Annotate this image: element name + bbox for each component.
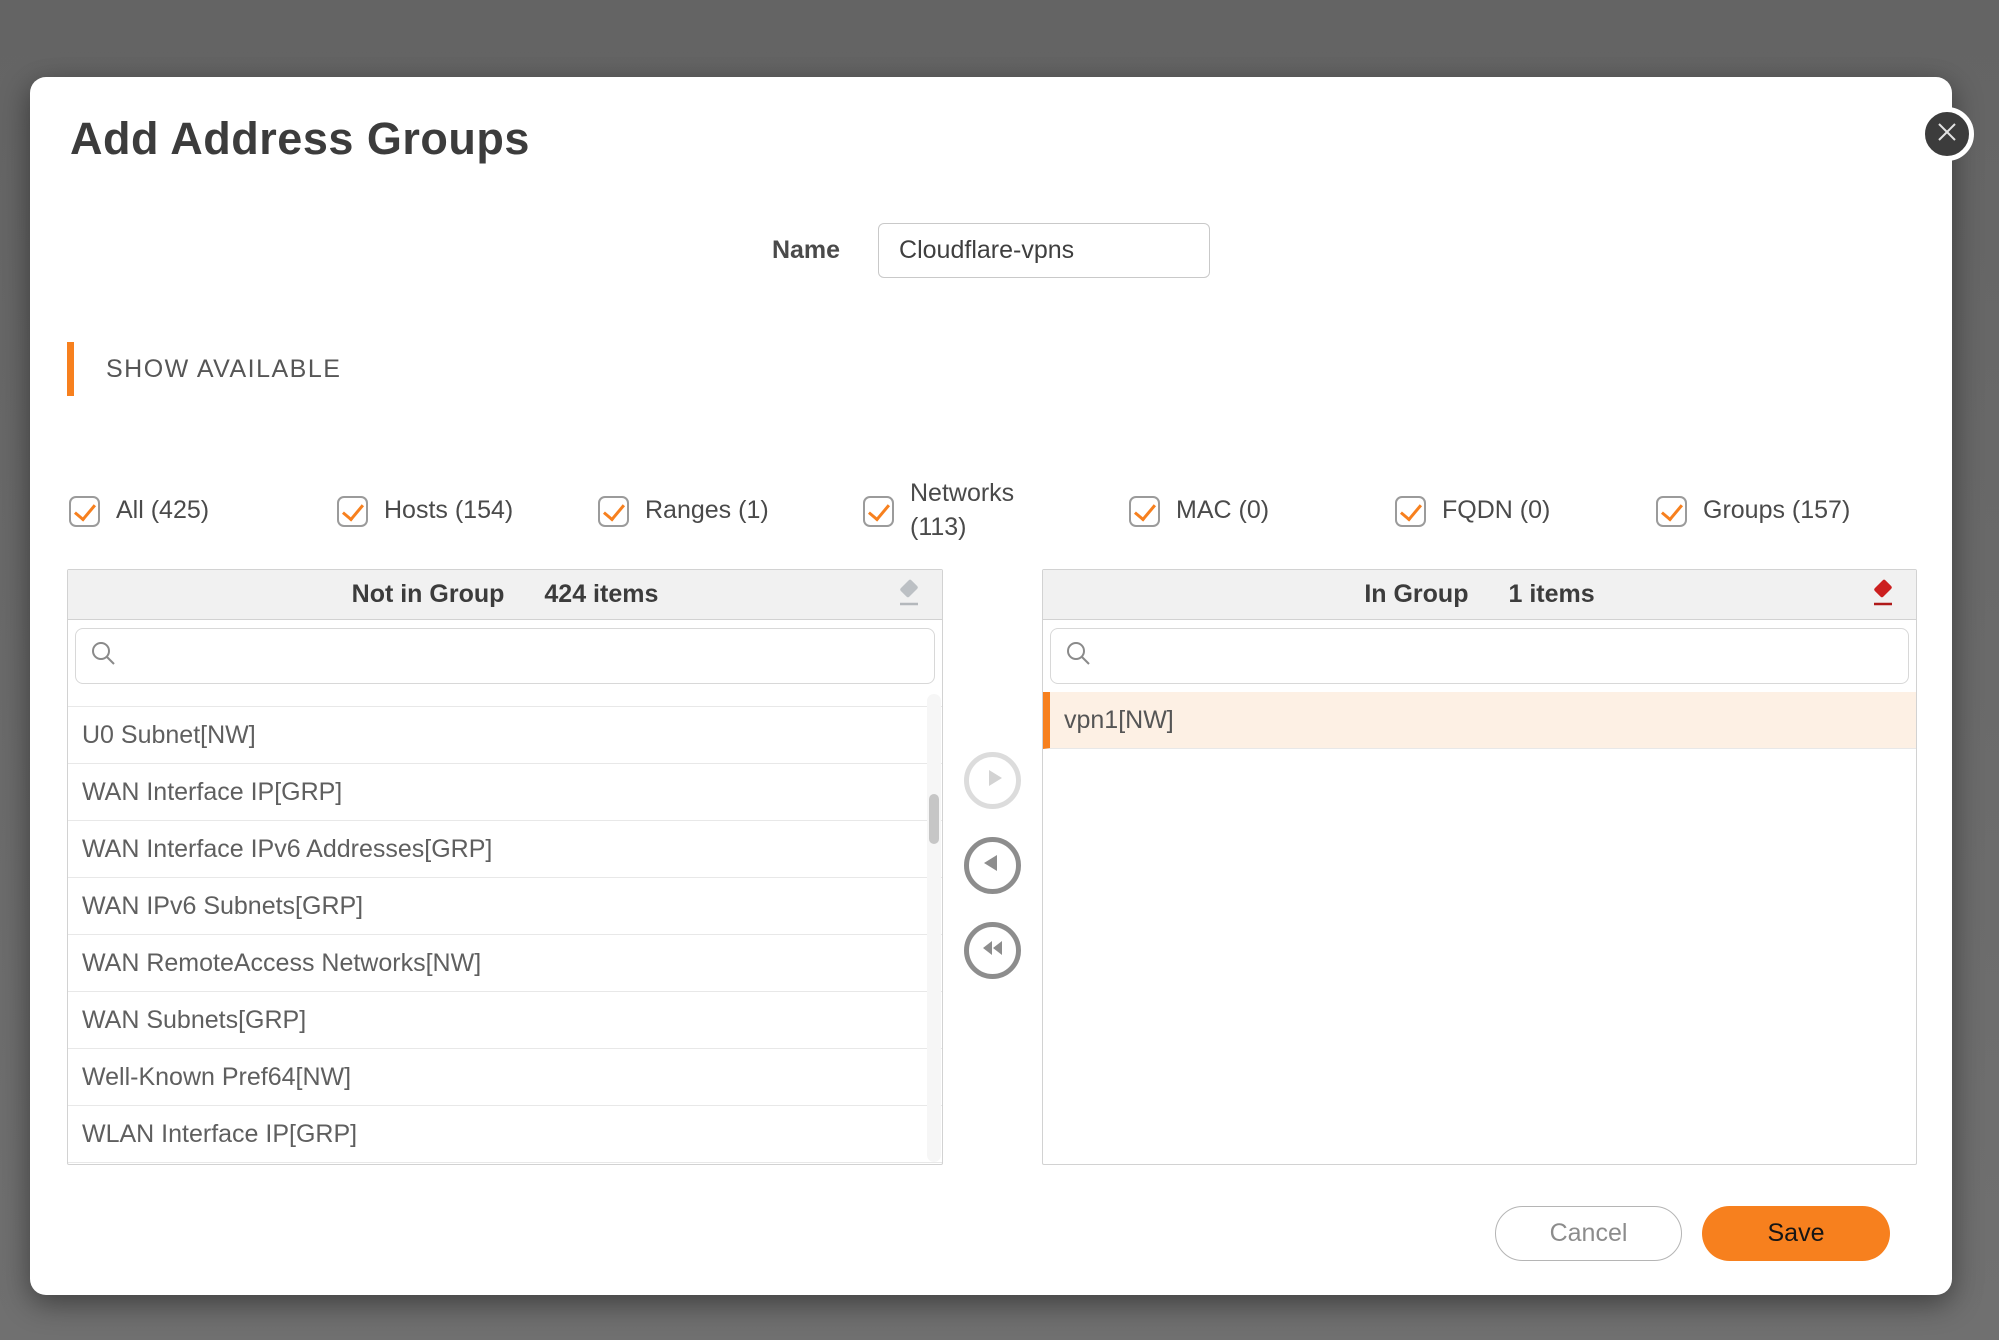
show-available-section: SHOW AVAILABLE	[67, 340, 341, 398]
in-group-header: In Group 1 items	[1043, 570, 1916, 620]
arrow-left-icon	[979, 849, 1007, 882]
scrollbar-thumb[interactable]	[929, 794, 939, 844]
panel-count: 424 items	[544, 580, 659, 608]
double-arrow-left-icon	[978, 934, 1008, 967]
checkbox-checked-icon[interactable]	[598, 495, 629, 527]
section-title: SHOW AVAILABLE	[106, 354, 342, 383]
panel-title: Not in Group	[351, 580, 505, 608]
checkbox-checked-icon[interactable]	[69, 495, 100, 527]
list-item-selected[interactable]: vpn1[NW]	[1043, 692, 1916, 749]
list-item[interactable]: WAN Interface IP[GRP]	[68, 764, 942, 821]
list-item[interactable]: WAN Subnets[GRP]	[68, 992, 942, 1049]
search-input[interactable]	[128, 629, 920, 683]
list-item[interactable]: WAN IPv6 Subnets[GRP]	[68, 878, 942, 935]
list-item[interactable]: WAN RemoteAccess Networks[NW]	[68, 935, 942, 992]
name-input[interactable]	[878, 223, 1211, 278]
eraser-icon	[1869, 578, 1897, 613]
panel-count: 1 items	[1508, 580, 1595, 608]
clear-list-button[interactable]	[1868, 578, 1898, 613]
filter-label: MAC (0)	[1176, 496, 1270, 525]
not-in-group-list: U0 Subnet[NW] WAN Interface IP[GRP] WAN …	[68, 692, 942, 1164]
clear-list-button[interactable]	[894, 578, 924, 613]
arrow-right-icon	[979, 764, 1007, 797]
filter-hosts[interactable]: Hosts (154)	[337, 473, 513, 549]
save-button[interactable]: Save	[1702, 1206, 1890, 1261]
add-address-groups-dialog: Add Address Groups Name SHOW AVAILABLE A…	[30, 77, 1974, 1295]
filter-fqdn[interactable]: FQDN (0)	[1395, 473, 1550, 549]
name-label: Name	[771, 236, 841, 264]
checkbox-checked-icon[interactable]	[337, 495, 368, 527]
not-in-group-search	[75, 628, 935, 684]
filter-groups[interactable]: Groups (157)	[1656, 473, 1850, 549]
filter-label: All (425)	[116, 496, 210, 525]
checkbox-checked-icon[interactable]	[1395, 495, 1426, 527]
dialog-footer: Cancel Save	[1495, 1206, 1890, 1261]
close-button[interactable]	[1920, 107, 1974, 161]
checkbox-checked-icon[interactable]	[1129, 495, 1160, 527]
filter-label: Networks (113)	[910, 479, 1015, 541]
list-item[interactable]: WAN Interface IPv6 Addresses[GRP]	[68, 821, 942, 878]
list-item[interactable]: WLAN Interface IP[GRP]	[68, 1106, 942, 1163]
move-left-button[interactable]	[964, 837, 1021, 894]
filter-label: Groups (157)	[1703, 496, 1851, 525]
in-group-search	[1050, 628, 1909, 684]
scrollbar-track[interactable]	[927, 694, 941, 1162]
filter-checkbox-row: All (425) Hosts (154) Ranges (1) Network…	[30, 473, 1952, 549]
close-icon	[1934, 119, 1960, 150]
list-item[interactable]: Well-Known Pref64[NW]	[68, 1049, 942, 1106]
in-group-panel: In Group 1 items vpn1[NW]	[1042, 569, 1917, 1165]
search-input[interactable]	[1103, 629, 1894, 683]
filter-ranges[interactable]: Ranges (1)	[598, 473, 769, 549]
search-icon	[90, 640, 118, 673]
filter-label: Hosts (154)	[384, 496, 514, 525]
filter-label: Ranges (1)	[645, 496, 769, 525]
panel-title: In Group	[1364, 580, 1469, 608]
section-accent-bar	[67, 342, 74, 396]
not-in-group-header: Not in Group 424 items	[68, 570, 942, 620]
filter-networks[interactable]: Networks (113)	[863, 473, 1022, 549]
not-in-group-panel: Not in Group 424 items U0 Subnet[NW] WAN…	[67, 569, 943, 1165]
filter-label: FQDN (0)	[1442, 496, 1551, 525]
dialog-title: Add Address Groups	[70, 113, 530, 164]
filter-mac[interactable]: MAC (0)	[1129, 473, 1269, 549]
filter-all[interactable]: All (425)	[69, 473, 209, 549]
eraser-icon	[895, 578, 923, 613]
move-right-button[interactable]	[964, 752, 1021, 809]
list-item[interactable]: U0 Subnet[NW]	[68, 707, 942, 764]
move-all-left-button[interactable]	[964, 922, 1021, 979]
partial-row	[68, 692, 942, 707]
in-group-list: vpn1[NW]	[1043, 692, 1916, 1164]
cancel-button[interactable]: Cancel	[1495, 1206, 1682, 1261]
checkbox-checked-icon[interactable]	[1656, 495, 1687, 527]
search-icon	[1065, 640, 1093, 673]
name-row: Name	[30, 223, 1952, 278]
checkbox-checked-icon[interactable]	[863, 495, 894, 527]
